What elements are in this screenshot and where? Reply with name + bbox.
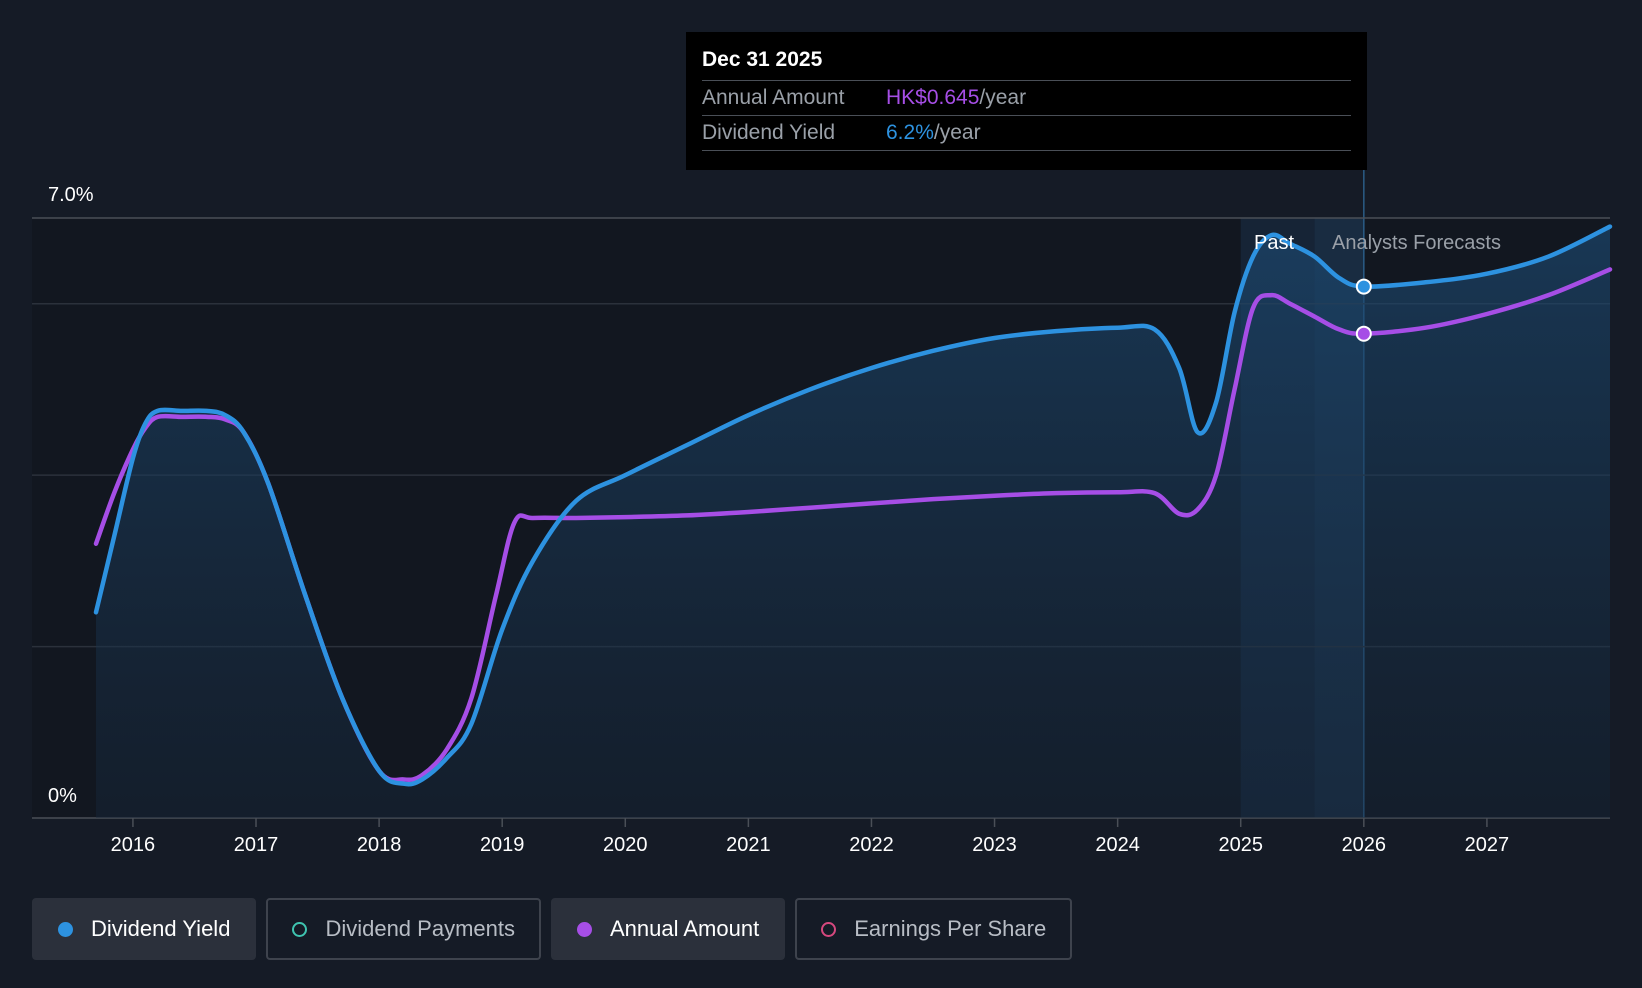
legend: Dividend Yield Dividend Payments Annual … xyxy=(32,898,1073,960)
legend-dot-icon xyxy=(292,921,308,937)
legend-label: Annual Amount xyxy=(609,916,760,941)
x-tick-label: 2024 xyxy=(1095,834,1140,856)
tooltip-unit: /year xyxy=(979,86,1027,109)
x-axis: 2016 2017 2018 2019 2020 2021 2022 2023 2024 2025… xyxy=(111,818,1509,856)
tooltip-unit: /year xyxy=(933,121,981,144)
tooltip-key: Dividend Yield xyxy=(702,121,836,144)
legend-label: Dividend Yield xyxy=(91,916,231,941)
legend-dividend-yield[interactable]: Dividend Yield xyxy=(32,898,257,960)
x-tick-label: 2022 xyxy=(849,834,894,856)
annual-amount-marker xyxy=(1355,325,1372,342)
x-tick-label: 2026 xyxy=(1342,834,1387,856)
tooltip-row-dividend-yield: Dividend Yield 6.2% /year xyxy=(702,115,1351,151)
tooltip-key: Annual Amount xyxy=(702,86,845,109)
legend-annual-amount[interactable]: Annual Amount xyxy=(550,898,786,960)
legend-dividend-payments[interactable]: Dividend Payments xyxy=(266,898,541,960)
legend-label: Earnings Per Share xyxy=(854,916,1047,941)
x-tick-label: 2025 xyxy=(1218,834,1263,856)
x-tick-label: 2017 xyxy=(234,834,279,856)
x-tick-label: 2016 xyxy=(111,834,156,856)
past-label: Past xyxy=(1254,232,1294,254)
legend-dot-icon xyxy=(576,921,592,937)
x-tick-label: 2027 xyxy=(1465,834,1510,856)
forecast-label: Analysts Forecasts xyxy=(1332,232,1501,254)
x-tick-label: 2018 xyxy=(357,834,402,856)
tooltip-value: HK$0.645 xyxy=(886,86,980,109)
tooltip-row-annual-amount: Annual Amount HK$0.645 /year xyxy=(702,80,1351,115)
legend-label: Dividend Payments xyxy=(325,916,515,941)
x-tick-label: 2019 xyxy=(480,834,525,856)
y-tick-label-top: 7.0% xyxy=(48,184,94,206)
y-tick-label-bottom: 0% xyxy=(48,785,77,807)
dividend-yield-marker xyxy=(1355,278,1372,295)
x-tick-label: 2023 xyxy=(972,834,1017,856)
tooltip-value: 6.2% xyxy=(886,121,934,144)
legend-earnings-per-share[interactable]: Earnings Per Share xyxy=(795,898,1073,960)
legend-dot-icon xyxy=(58,921,73,937)
tooltip: Dec 31 2025 Annual Amount HK$0.645 /year… xyxy=(686,32,1367,170)
x-tick-label: 2020 xyxy=(603,834,648,856)
tooltip-date: Dec 31 2025 xyxy=(702,48,823,71)
x-tick-label: 2021 xyxy=(726,834,771,856)
legend-dot-icon xyxy=(821,921,837,937)
